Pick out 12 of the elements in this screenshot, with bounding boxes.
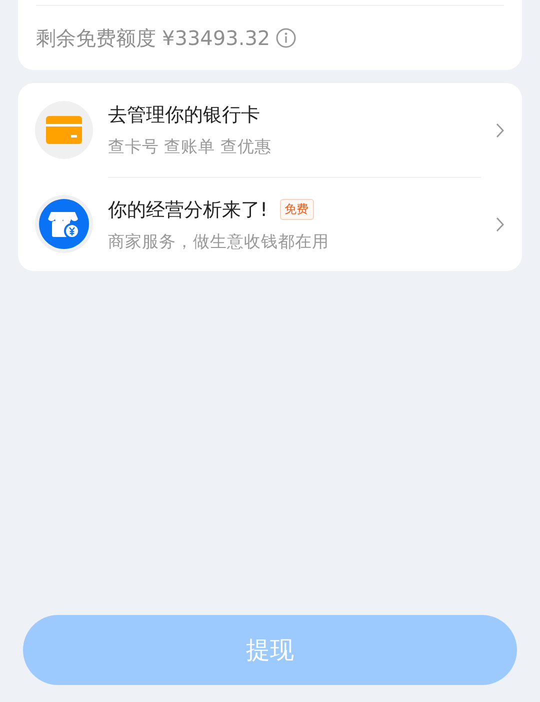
service-subtitle: 商家服务，做生意收钱都在用 [108,230,330,252]
service-title[interactable]: 你的经营分析来了! [108,196,268,222]
quota-amount: ¥33493.32 [162,26,270,50]
shop-icon [39,199,89,249]
chevron-right-icon[interactable] [496,122,504,138]
bank-card-icon [46,116,82,144]
service-subtitle: 查卡号 查账单 查优惠 [108,136,272,158]
info-icon[interactable] [276,28,296,48]
service-title[interactable]: 去管理你的银行卡 [108,102,260,128]
quota-label: 剩余免费额度 [36,24,156,52]
chevron-right-icon[interactable] [496,216,504,232]
free-tag: 免费 [280,199,314,220]
